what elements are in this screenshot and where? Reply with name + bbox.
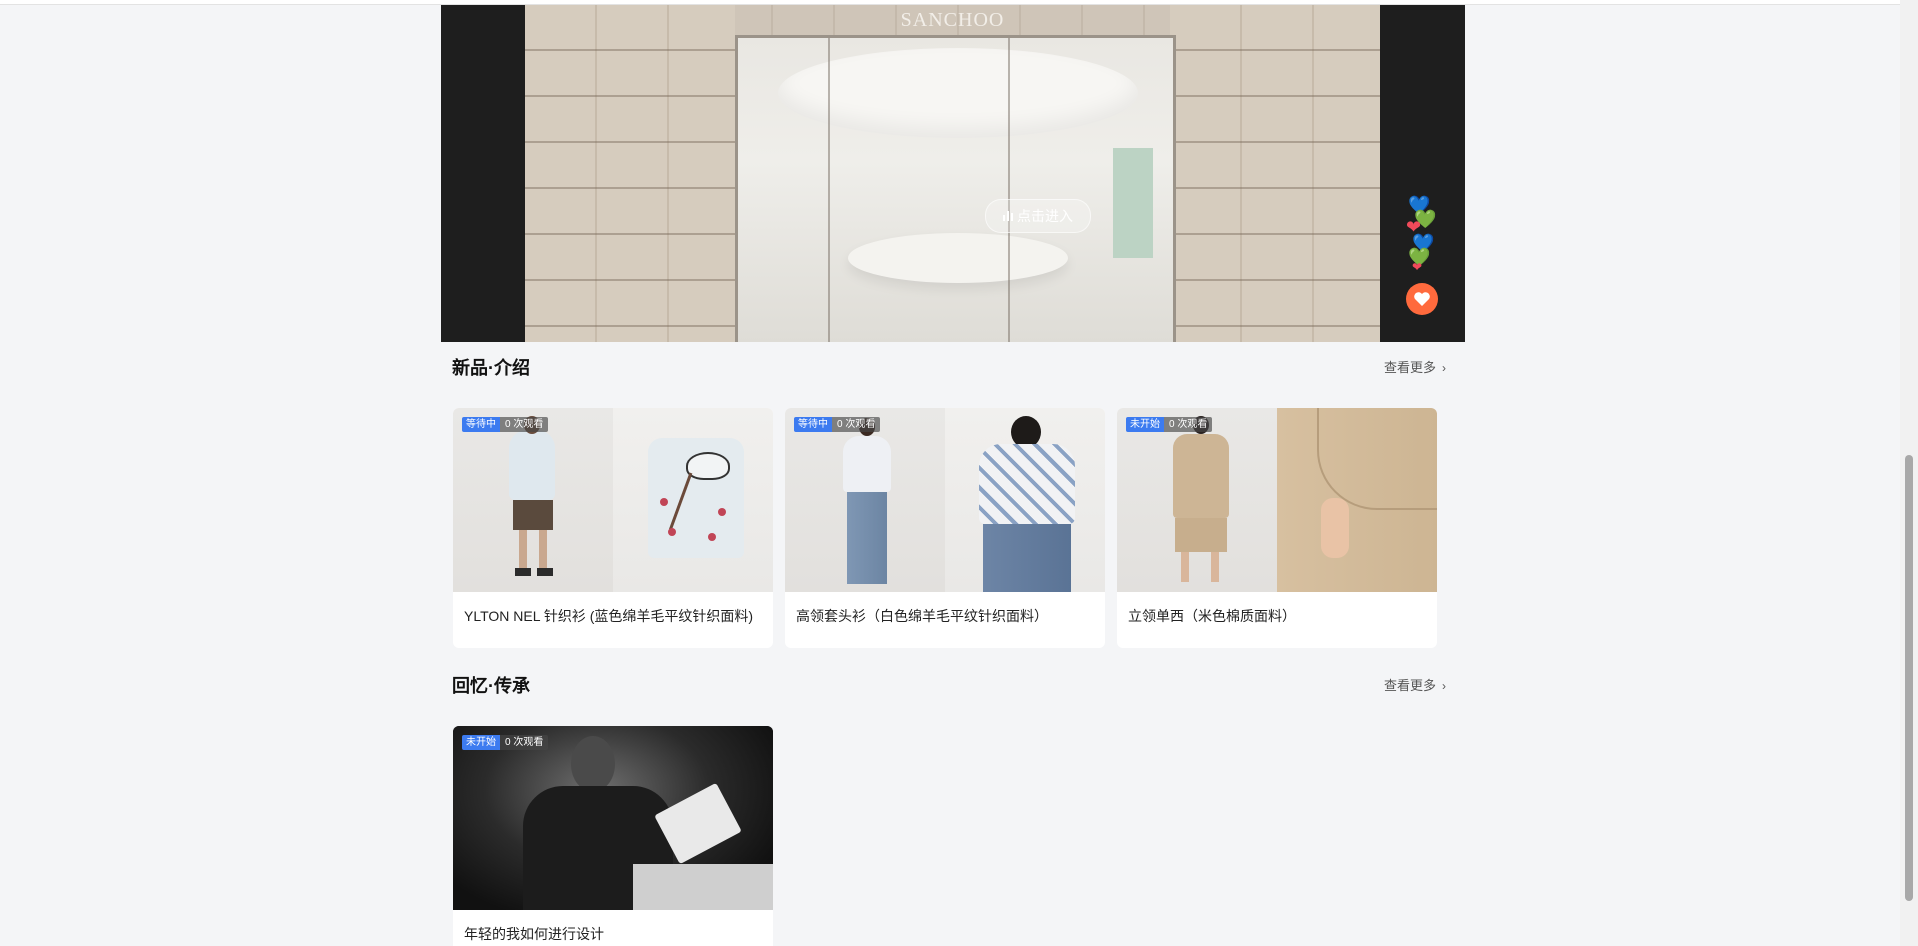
- view-count-badge: 0 次观看: [500, 735, 549, 750]
- product-thumbnail: [1117, 408, 1437, 592]
- card-caption: YLTON NEL 针织衫 (蓝色绵羊毛平纹针织面料): [464, 608, 754, 624]
- status-badges: 等待中 0 次观看: [794, 417, 881, 432]
- view-more-link-heritage[interactable]: 查看更多 ›: [1384, 675, 1446, 694]
- status-badge: 等待中: [794, 417, 832, 432]
- status-badge: 未开始: [1126, 417, 1164, 432]
- card-caption: 立领单西（米色棉质面料）: [1128, 608, 1296, 624]
- section-title-new-products: 新品·介绍: [452, 358, 530, 378]
- product-card[interactable]: 未开始 0 次观看 立领单西（米色棉质面料）: [1117, 408, 1437, 648]
- stone-wall-left: [525, 5, 735, 342]
- chevron-right-icon: ›: [1442, 361, 1447, 375]
- view-count-badge: 0 次观看: [500, 417, 549, 432]
- like-button[interactable]: [1406, 283, 1438, 315]
- status-badge: 等待中: [462, 417, 500, 432]
- product-card[interactable]: 等待中 0 次观看 YLTON NEL 针织衫 (蓝色绵羊毛平纹针织面料): [453, 408, 773, 648]
- product-flat-photo: [613, 408, 773, 592]
- status-badge: 未开始: [462, 735, 500, 750]
- stone-wall-right: [1170, 5, 1380, 342]
- page-scrollbar[interactable]: [1900, 0, 1918, 946]
- view-count-badge: 0 次观看: [832, 417, 881, 432]
- card-caption: 高领套头衫（白色绵羊毛平纹针织面料）: [796, 608, 1048, 624]
- heart-icon: ❤: [1412, 260, 1423, 274]
- view-count-badge: 0 次观看: [1164, 417, 1213, 432]
- view-more-label: 查看更多: [1384, 678, 1437, 693]
- hero-storefront-image: SANCHOO 点击进入: [525, 5, 1380, 342]
- card-caption: 年轻的我如何进行设计: [464, 926, 604, 942]
- product-thumbnail: [453, 408, 773, 592]
- scrollbar-thumb[interactable]: [1905, 455, 1913, 901]
- status-badges: 未开始 0 次观看: [1126, 417, 1213, 432]
- model-back-photo: [945, 408, 1105, 592]
- live-bars-icon: [1003, 211, 1013, 221]
- enter-live-button[interactable]: 点击进入: [985, 199, 1091, 233]
- section-title-heritage: 回忆·传承: [452, 676, 530, 696]
- floating-hearts: 💙 💚 ❤ 💙 💚 ❤: [1404, 196, 1438, 276]
- chevron-right-icon: ›: [1442, 679, 1447, 693]
- bw-designer-photo: [453, 726, 773, 910]
- view-more-link-new-products[interactable]: 查看更多 ›: [1384, 357, 1446, 376]
- status-badges: 未开始 0 次观看: [462, 735, 549, 750]
- model-photo: [785, 408, 945, 592]
- video-card[interactable]: 未开始 0 次观看 年轻的我如何进行设计: [453, 726, 773, 946]
- status-badges: 等待中 0 次观看: [462, 417, 549, 432]
- model-photo: [1117, 408, 1277, 592]
- heart-icon: [1414, 292, 1430, 306]
- glass-entrance: [735, 35, 1176, 342]
- product-card[interactable]: 等待中 0 次观看 高领套头衫（白色绵羊毛平纹针织面料）: [785, 408, 1105, 648]
- store-brand-sign: SANCHOO: [900, 9, 1005, 31]
- product-thumbnail: [785, 408, 1105, 592]
- video-thumbnail: [453, 726, 773, 910]
- view-more-label: 查看更多: [1384, 360, 1437, 375]
- enter-live-label: 点击进入: [1017, 208, 1073, 224]
- live-hero-banner[interactable]: SANCHOO 点击进入: [441, 5, 1465, 342]
- model-photo: [453, 408, 613, 592]
- fabric-detail-photo: [1277, 408, 1437, 592]
